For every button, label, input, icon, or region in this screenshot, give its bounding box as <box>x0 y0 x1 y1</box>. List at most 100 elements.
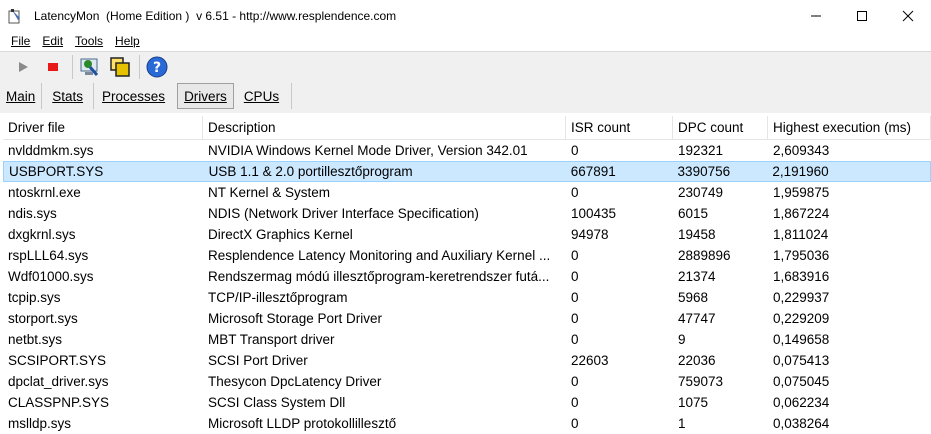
cell-highest-execution: 0,229209 <box>773 311 830 326</box>
minimize-button[interactable] <box>793 0 839 31</box>
table-row[interactable]: netbt.sys MBT Transport driver 0 9 0,149658 <box>3 329 931 350</box>
cell-dpc-count: 230749 <box>678 185 724 200</box>
column-header-highest-execution[interactable]: Highest execution (ms) <box>768 116 931 139</box>
column-header-dpc-count[interactable]: DPC count <box>673 116 768 139</box>
cell-driver-file: nvlddmkm.sys <box>8 143 94 158</box>
window-title: LatencyMon (Home Edition ) v 6.51 - http… <box>34 8 397 23</box>
cell-description: Resplendence Latency Monitoring and Auxi… <box>208 248 551 263</box>
toolbar-separator <box>72 55 73 79</box>
menu-file[interactable]: File <box>0 34 36 48</box>
close-button[interactable] <box>885 0 931 31</box>
table-row[interactable]: SCSIPORT.SYS SCSI Port Driver 22603 22036 0,… <box>3 350 931 371</box>
tab-drivers[interactable]: Drivers <box>177 83 234 109</box>
cell-highest-execution: 0,229937 <box>773 290 830 305</box>
cell-dpc-count: 47747 <box>678 311 716 326</box>
cell-highest-execution: 0,149658 <box>773 332 830 347</box>
cell-isr-count: 94978 <box>571 227 609 242</box>
table-row[interactable]: mslldp.sys Microsoft LLDP protokollillesz… <box>3 413 931 434</box>
menu-edit[interactable]: Edit <box>36 34 69 48</box>
cell-highest-execution: 1,811024 <box>773 227 829 242</box>
toolbar-separator <box>139 55 140 79</box>
table-row[interactable]: nvlddmkm.sys NVIDIA Windows Kernel Mode D… <box>3 140 931 161</box>
cell-isr-count: 0 <box>571 248 579 263</box>
cell-isr-count: 22603 <box>571 353 609 368</box>
cell-driver-file: netbt.sys <box>8 332 63 347</box>
column-header-driver-file[interactable]: Driver file <box>3 116 203 139</box>
cell-description: Thesycon DpcLatency Driver <box>208 374 382 389</box>
table-row[interactable]: ndis.sys NDIS (Network Driver Interface S… <box>3 203 931 224</box>
column-header-isr-count[interactable]: ISR count <box>566 116 673 139</box>
cell-dpc-count: 3390756 <box>677 164 731 179</box>
monitor-button[interactable] <box>76 54 104 81</box>
tab-cpus[interactable]: CPUs <box>238 83 293 109</box>
tab-label: Drivers <box>184 88 227 104</box>
cell-driver-file: mslldp.sys <box>8 416 72 431</box>
tab-label: Stats <box>52 88 84 104</box>
cell-driver-file: dpclat_driver.sys <box>8 374 109 389</box>
tab-stats[interactable]: Stats <box>42 83 95 109</box>
cell-dpc-count: 5968 <box>678 290 709 305</box>
cell-dpc-count: 2889896 <box>678 248 731 263</box>
start-icon <box>19 62 28 72</box>
cell-driver-file: storport.sys <box>8 311 78 326</box>
cell-driver-file: rspLLL64.sys <box>8 248 89 263</box>
cell-description: SCSI Port Driver <box>208 353 308 368</box>
table-row[interactable]: storport.sys Microsoft Storage Port Drive… <box>3 308 931 329</box>
table-row[interactable]: dpclat_driver.sys Thesycon DpcLatency Dri… <box>3 371 931 392</box>
cell-dpc-count: 1 <box>678 416 686 431</box>
table-row[interactable]: CLASSPNP.SYS SCSI Class System Dll 0 1075 0,… <box>3 392 931 413</box>
cell-dpc-count: 6015 <box>678 206 709 221</box>
table-row[interactable]: Wdf01000.sys Rendszermag módú illesztőpro… <box>3 266 931 287</box>
cell-isr-count: 0 <box>571 416 579 431</box>
menu-tools[interactable]: Tools <box>69 34 109 48</box>
cell-driver-file: Wdf01000.sys <box>8 269 94 284</box>
table-row[interactable]: rspLLL64.sys Resplendence Latency Monitor… <box>3 245 931 266</box>
cell-description: DirectX Graphics Kernel <box>208 227 353 242</box>
drivers-table-frame: Driver file Description ISR count DPC co… <box>0 110 931 434</box>
cell-isr-count: 0 <box>571 269 579 284</box>
cell-dpc-count: 19458 <box>678 227 716 242</box>
cell-highest-execution: 0,038264 <box>773 416 830 431</box>
cell-isr-count: 0 <box>571 311 579 326</box>
cell-isr-count: 0 <box>571 290 579 305</box>
table-row[interactable]: tcpip.sys TCP/IP-illesztőprogram 0 5968 0,22… <box>3 287 931 308</box>
cell-dpc-count: 1075 <box>678 395 709 410</box>
svg-text:?: ? <box>153 60 161 76</box>
cell-dpc-count: 759073 <box>678 374 724 389</box>
cell-driver-file: ndis.sys <box>8 206 57 221</box>
cell-description: TCP/IP-illesztőprogram <box>208 290 348 305</box>
windows-button[interactable] <box>106 54 134 81</box>
help-button[interactable]: ? <box>143 54 171 81</box>
tab-bar: Main Stats Processes Drivers CPUs <box>0 82 931 110</box>
cell-driver-file: USBPORT.SYS <box>9 164 104 179</box>
windows-icon <box>110 57 130 77</box>
cell-highest-execution: 1,683916 <box>773 269 830 284</box>
cell-highest-execution: 0,075413 <box>773 353 830 368</box>
cell-dpc-count: 9 <box>678 332 686 347</box>
title-bar: LatencyMon (Home Edition ) v 6.51 - http… <box>0 0 931 31</box>
tab-label: Main <box>6 88 36 104</box>
cell-isr-count: 0 <box>571 332 579 347</box>
cell-description: USB 1.1 & 2.0 portillesztőprogram <box>208 164 413 179</box>
column-header-description[interactable]: Description <box>203 116 566 139</box>
cell-highest-execution: 2,609343 <box>773 143 830 158</box>
cell-driver-file: tcpip.sys <box>8 290 61 305</box>
start-button[interactable] <box>9 54 37 81</box>
tab-main[interactable]: Main <box>0 83 43 109</box>
help-icon: ? <box>146 56 168 78</box>
cell-driver-file: dxgkrnl.sys <box>8 227 76 242</box>
cell-description: Microsoft LLDP protokollillesztő <box>208 416 397 431</box>
stop-button[interactable] <box>39 54 67 81</box>
table-row[interactable]: USBPORT.SYS USB 1.1 & 2.0 portillesztőpro… <box>3 161 931 182</box>
cell-isr-count: 0 <box>571 395 579 410</box>
cell-isr-count: 100435 <box>571 206 617 221</box>
maximize-button[interactable] <box>839 0 885 31</box>
menu-help[interactable]: Help <box>109 34 146 48</box>
cell-isr-count: 667891 <box>570 164 616 179</box>
table-row[interactable]: ntoskrnl.exe NT Kernel & System 0 230749 1,9… <box>3 182 931 203</box>
cell-description: NT Kernel & System <box>208 185 331 200</box>
cell-description: Rendszermag módú illesztőprogram-keretre… <box>208 269 550 284</box>
tab-processes[interactable]: Processes <box>94 83 173 109</box>
table-row[interactable]: dxgkrnl.sys DirectX Graphics Kernel 94978 1… <box>3 224 931 245</box>
tab-label: Processes <box>102 88 166 104</box>
